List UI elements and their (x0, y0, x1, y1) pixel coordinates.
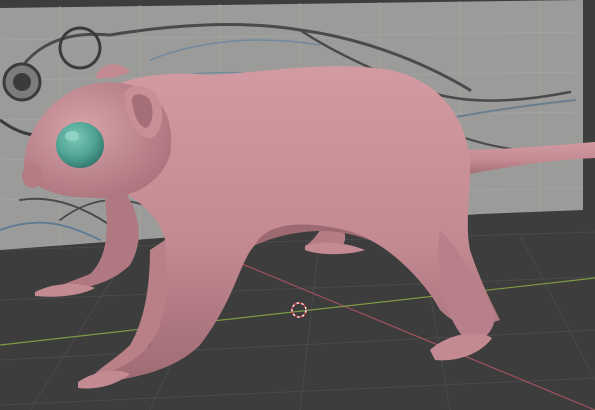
3d-viewport[interactable] (0, 0, 595, 410)
rat-nose (22, 164, 42, 188)
viewport-canvas[interactable] (0, 0, 595, 410)
rat-eye[interactable] (56, 122, 104, 168)
rat-eye-highlight (65, 131, 79, 141)
